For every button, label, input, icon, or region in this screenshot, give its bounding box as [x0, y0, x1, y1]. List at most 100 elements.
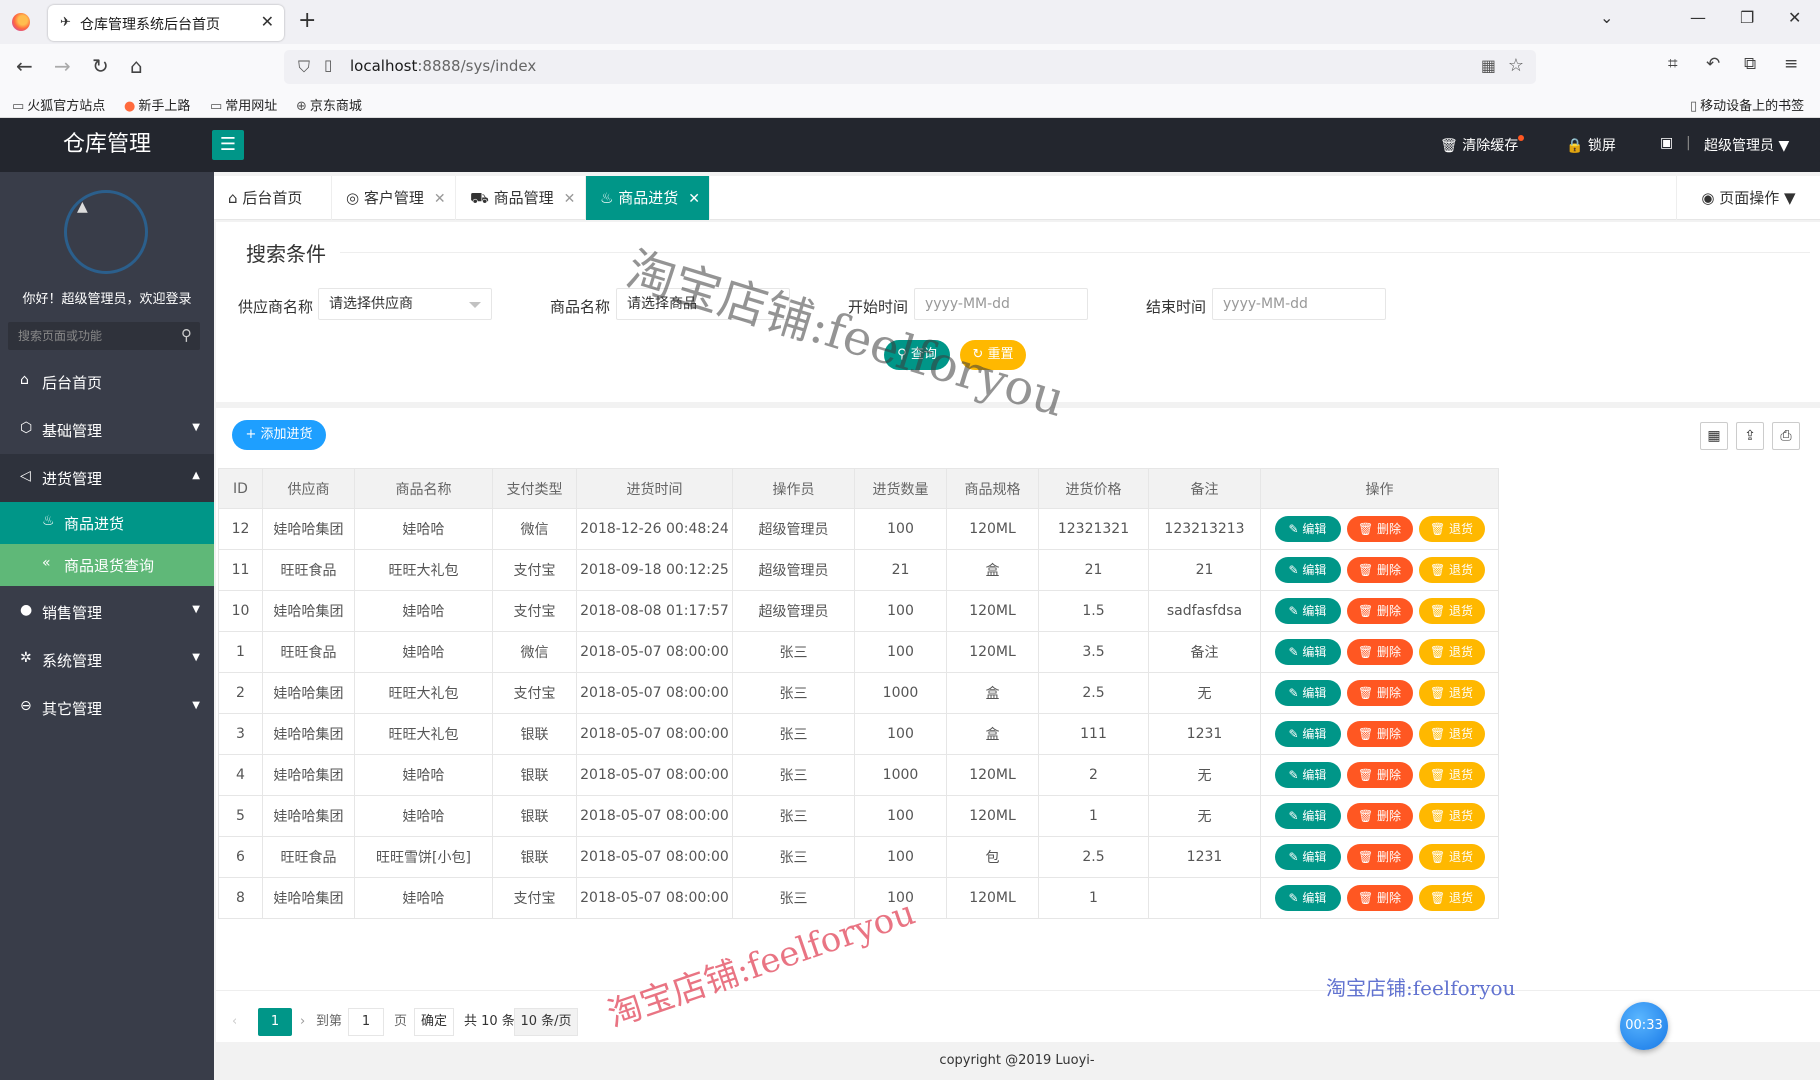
- avatar[interactable]: ▲: [64, 190, 148, 274]
- home-icon[interactable]: ⌂: [130, 54, 143, 78]
- qr-code-icon[interactable]: ▦: [1481, 56, 1496, 75]
- tab-goods[interactable]: ⛟ 商品管理 ✕: [456, 176, 586, 220]
- edit-button[interactable]: ✎ 编辑: [1274, 885, 1341, 911]
- return-button[interactable]: 🗑 退货: [1418, 844, 1485, 870]
- sidebar-sub-return-query[interactable]: «商品退货查询: [0, 544, 214, 586]
- goto-confirm-button[interactable]: 确定: [414, 1008, 454, 1036]
- page-ops-menu[interactable]: ◉ 页面操作 ▼: [1676, 176, 1820, 220]
- new-tab-icon[interactable]: +: [298, 8, 316, 33]
- query-button[interactable]: ⚲ 查询: [884, 340, 950, 370]
- delete-button[interactable]: 🗑 删除: [1346, 639, 1413, 665]
- supplier-select[interactable]: 请选择供应商: [318, 288, 492, 320]
- forward-icon[interactable]: →: [54, 54, 71, 78]
- delete-button[interactable]: 🗑 删除: [1346, 721, 1413, 747]
- goto-page-input[interactable]: 1: [348, 1008, 384, 1036]
- prev-page-icon[interactable]: ‹: [232, 1008, 237, 1036]
- return-button[interactable]: 🗑 退货: [1418, 885, 1485, 911]
- goods-select[interactable]: 请选择商品: [616, 288, 790, 320]
- clear-cache-button[interactable]: 🗑 清除缓存: [1440, 135, 1525, 155]
- edit-button[interactable]: ✎ 编辑: [1274, 598, 1341, 624]
- lock-screen-button[interactable]: 🔒 锁屏: [1566, 135, 1616, 155]
- user-avatar-icon[interactable]: ▣: [1660, 135, 1673, 151]
- timer-badge[interactable]: 00:33: [1620, 1002, 1668, 1050]
- table-row[interactable]: 6 旺旺食品 旺旺雪饼[小包] 银联 2018-05-07 08:00:00 张三 100 包…: [218, 836, 1499, 878]
- col-supplier[interactable]: 供应商: [262, 468, 355, 509]
- delete-button[interactable]: 🗑 删除: [1346, 680, 1413, 706]
- crop-icon[interactable]: ⌗: [1668, 54, 1678, 74]
- minimize-icon[interactable]: —: [1690, 8, 1706, 27]
- tab-customer[interactable]: ◎ 客户管理 ✕: [332, 176, 456, 220]
- reload-icon[interactable]: ↻: [92, 54, 109, 78]
- end-time-input[interactable]: yyyy-MM-dd: [1212, 288, 1386, 320]
- bookmark-item[interactable]: ⊕ 京东商城: [296, 95, 362, 114]
- edit-button[interactable]: ✎ 编辑: [1274, 721, 1341, 747]
- bookmark-item[interactable]: ▭ 火狐官方站点: [12, 95, 105, 114]
- bookmark-item[interactable]: ▭ 常用网址: [210, 95, 277, 114]
- delete-button[interactable]: 🗑 删除: [1346, 844, 1413, 870]
- table-row[interactable]: 8 娃哈哈集团 娃哈哈 支付宝 2018-05-07 08:00:00 张三 100 120M…: [218, 877, 1499, 919]
- sidebar-item-system[interactable]: ✲ 系统管理 ▼: [0, 636, 214, 684]
- table-row[interactable]: 5 娃哈哈集团 娃哈哈 银联 2018-05-07 08:00:00 张三 100 120ML…: [218, 795, 1499, 837]
- col-quantity[interactable]: 进货数量: [854, 468, 947, 509]
- print-icon[interactable]: ⎙: [1772, 422, 1800, 450]
- tab-purchase[interactable]: ♨ 商品进货 ✕: [586, 176, 710, 220]
- url-bar[interactable]: ⛉ ▯ localhost:8888/sys/index ▦ ☆: [284, 50, 1536, 84]
- table-row[interactable]: 12 娃哈哈集团 娃哈哈 微信 2018-12-26 00:48:24 超级管理员 100 1…: [218, 508, 1499, 550]
- close-tab-icon[interactable]: ✕: [261, 12, 274, 31]
- sidebar-item-sales[interactable]: ● 销售管理 ▼: [0, 588, 214, 636]
- menu-toggle-button[interactable]: ☰: [212, 130, 244, 160]
- browser-tab[interactable]: ✈ 仓库管理系统后台首页 ✕: [48, 5, 284, 41]
- menu-icon[interactable]: ≡: [1784, 54, 1798, 74]
- search-icon[interactable]: ⚲: [181, 326, 192, 344]
- delete-button[interactable]: 🗑 删除: [1346, 803, 1413, 829]
- columns-filter-icon[interactable]: ▦: [1700, 422, 1728, 450]
- edit-button[interactable]: ✎ 编辑: [1274, 680, 1341, 706]
- close-icon[interactable]: ✕: [434, 191, 446, 207]
- edit-button[interactable]: ✎ 编辑: [1274, 762, 1341, 788]
- restore-icon[interactable]: ❐: [1740, 8, 1754, 27]
- edit-button[interactable]: ✎ 编辑: [1274, 803, 1341, 829]
- return-button[interactable]: 🗑 退货: [1418, 598, 1485, 624]
- sidebar-item-purchase[interactable]: ◁ 进货管理 ▲: [0, 454, 214, 502]
- close-icon[interactable]: ✕: [564, 191, 576, 207]
- col-price[interactable]: 进货价格: [1038, 468, 1149, 509]
- delete-button[interactable]: 🗑 删除: [1346, 762, 1413, 788]
- delete-button[interactable]: 🗑 删除: [1346, 885, 1413, 911]
- table-row[interactable]: 1 旺旺食品 娃哈哈 微信 2018-05-07 08:00:00 张三 100 120ML 3…: [218, 631, 1499, 673]
- delete-button[interactable]: 🗑 删除: [1346, 557, 1413, 583]
- bookmark-item[interactable]: ● 新手上路: [124, 95, 190, 114]
- add-purchase-button[interactable]: + 添加进货: [232, 420, 326, 450]
- bookmark-star-icon[interactable]: ☆: [1508, 55, 1524, 76]
- next-page-icon[interactable]: ›: [300, 1008, 305, 1036]
- col-operator[interactable]: 操作员: [732, 468, 855, 509]
- col-spec[interactable]: 商品规格: [946, 468, 1039, 509]
- page-info-icon[interactable]: ▯: [324, 56, 332, 74]
- undo-icon[interactable]: ↶: [1706, 54, 1720, 74]
- start-time-input[interactable]: yyyy-MM-dd: [914, 288, 1088, 320]
- per-page-select[interactable]: 10 条/页: [514, 1008, 578, 1036]
- edit-button[interactable]: ✎ 编辑: [1274, 557, 1341, 583]
- col-goods[interactable]: 商品名称: [354, 468, 493, 509]
- sidebar-item-basic[interactable]: ⬡ 基础管理 ▼: [0, 406, 214, 454]
- back-icon[interactable]: ←: [16, 54, 33, 78]
- return-button[interactable]: 🗑 退货: [1418, 680, 1485, 706]
- shield-icon[interactable]: ⛉: [298, 57, 310, 77]
- edit-button[interactable]: ✎ 编辑: [1274, 516, 1341, 542]
- table-row[interactable]: 4 娃哈哈集团 娃哈哈 银联 2018-05-07 08:00:00 张三 1000 120M…: [218, 754, 1499, 796]
- export-icon[interactable]: ⇪: [1736, 422, 1764, 450]
- edit-button[interactable]: ✎ 编辑: [1274, 844, 1341, 870]
- extensions-icon[interactable]: ⧉: [1744, 54, 1756, 74]
- table-row[interactable]: 11 旺旺食品 旺旺大礼包 支付宝 2018-09-18 00:12:25 超级管理员 21…: [218, 549, 1499, 591]
- delete-button[interactable]: 🗑 删除: [1346, 516, 1413, 542]
- sidebar-item-other[interactable]: ⊖ 其它管理 ▼: [0, 684, 214, 732]
- sidebar-sub-purchase[interactable]: ♨ 商品进货: [0, 502, 214, 544]
- mobile-bookmarks[interactable]: ▯ 移动设备上的书签: [1690, 95, 1804, 114]
- page-1-button[interactable]: 1: [258, 1008, 292, 1036]
- sidebar-item-home[interactable]: ⌂ 后台首页: [0, 358, 214, 406]
- tab-home[interactable]: ⌂ 后台首页: [214, 176, 332, 220]
- user-menu[interactable]: 超级管理员 ▼: [1704, 135, 1789, 155]
- url-text[interactable]: localhost:8888/sys/index: [350, 57, 536, 75]
- close-window-icon[interactable]: ✕: [1788, 8, 1801, 27]
- edit-button[interactable]: ✎ 编辑: [1274, 639, 1341, 665]
- reset-button[interactable]: ↻ 重置: [960, 340, 1026, 370]
